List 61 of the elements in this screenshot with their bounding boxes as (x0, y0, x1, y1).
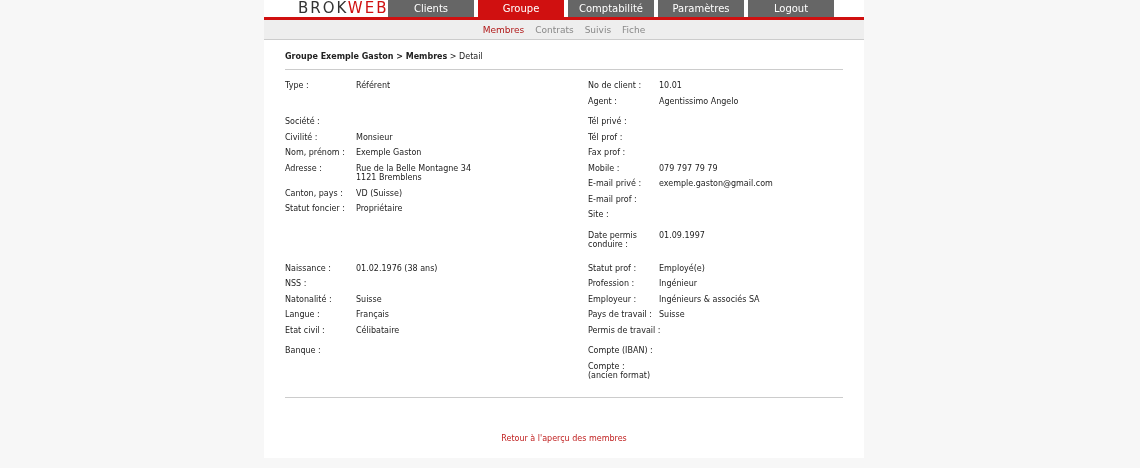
field-label: No de client : (588, 81, 643, 91)
field-value: 01.09.1997 (659, 230, 706, 242)
field-value: 079 797 79 79 (659, 163, 719, 173)
field-label: Tél prof : (588, 132, 624, 142)
sub-tab[interactable]: Contrats (535, 24, 574, 35)
field-value: Français (356, 310, 390, 320)
field-label: Mobile : (588, 163, 621, 173)
field-label: E-mail prof : (588, 194, 638, 204)
field-value: Exemple Gaston (356, 148, 423, 158)
field-label: Canton, pays : (285, 188, 344, 198)
nav-tab[interactable]: Paramètres (658, 0, 744, 17)
breadcrumb: Groupe Exemple Gaston > Membres > Detail (285, 52, 843, 70)
field-value: 01.02.1976 (38 ans) (356, 263, 439, 273)
field-label: Naissance : (285, 263, 332, 273)
field-label: Statut foncier : (285, 204, 346, 214)
field-value: Référent (356, 81, 392, 91)
field-label: Pays de travail : (588, 310, 653, 320)
field-value: Ingénieur (659, 279, 698, 289)
field-label: NSS : (285, 279, 308, 289)
nav-tab[interactable]: Groupe (478, 0, 564, 17)
back-link[interactable]: Retour à l'aperçu des membres (501, 433, 627, 443)
sub-tab[interactable]: Fiche (622, 24, 646, 35)
field-label: Adresse : (285, 163, 323, 175)
field-value: Agentissimo Angelo (659, 96, 740, 106)
field-value: 10.01 (659, 81, 683, 91)
field-label: Etat civil : (285, 325, 326, 335)
field-label: Tél privé : (588, 117, 628, 127)
field-value: Rue de la Belle Montagne 34 1121 Bremblens (356, 163, 472, 183)
field-label: Fax prof : (588, 148, 627, 158)
field-value: VD (Suisse) (356, 188, 404, 198)
field-value: Suisse (659, 310, 686, 320)
field-label: Compte (IBAN) : (588, 346, 654, 356)
brokweb-logo: BROKWEB (297, 0, 384, 17)
field-label: E-mail privé : (588, 179, 643, 189)
field-label: Nom, prénom : (285, 148, 346, 158)
field-label: Compte : (ancien format) (588, 361, 652, 381)
field-value: Propriétaire (356, 204, 404, 214)
field-value: Monsieur (356, 132, 394, 142)
nav-tab[interactable]: Comptabilité (568, 0, 654, 17)
field-label: Permis de travail : (588, 325, 659, 335)
field-label: Employeur : (588, 294, 638, 304)
field-label: Natonalité : (285, 294, 333, 304)
field-value: exemple.gaston@gmail.com (659, 179, 774, 189)
sub-tab[interactable]: Suivis (584, 24, 612, 35)
field-label: Type : (285, 81, 310, 91)
field-label: Site : (588, 210, 610, 220)
field-value: Célibataire (356, 325, 401, 335)
sub-tab[interactable]: Membres (482, 24, 525, 35)
field-label: Profession : (588, 279, 636, 289)
field-label: Société : (285, 117, 321, 127)
field-value: Ingénieurs & associés SA (659, 294, 761, 304)
field-label: Banque : (285, 346, 322, 356)
nav-tab[interactable]: Logout (748, 0, 834, 17)
field-label: Statut prof : (588, 263, 638, 273)
field-value: Employé(e) (659, 263, 706, 273)
field-label: Langue : (285, 310, 321, 320)
nav-tab[interactable]: Clients (388, 0, 474, 17)
field-label: Agent : (588, 96, 618, 106)
field-value: Suisse (356, 294, 383, 304)
field-label: Civilité : (285, 132, 319, 142)
field-label: Date permis conduire : (588, 230, 638, 250)
